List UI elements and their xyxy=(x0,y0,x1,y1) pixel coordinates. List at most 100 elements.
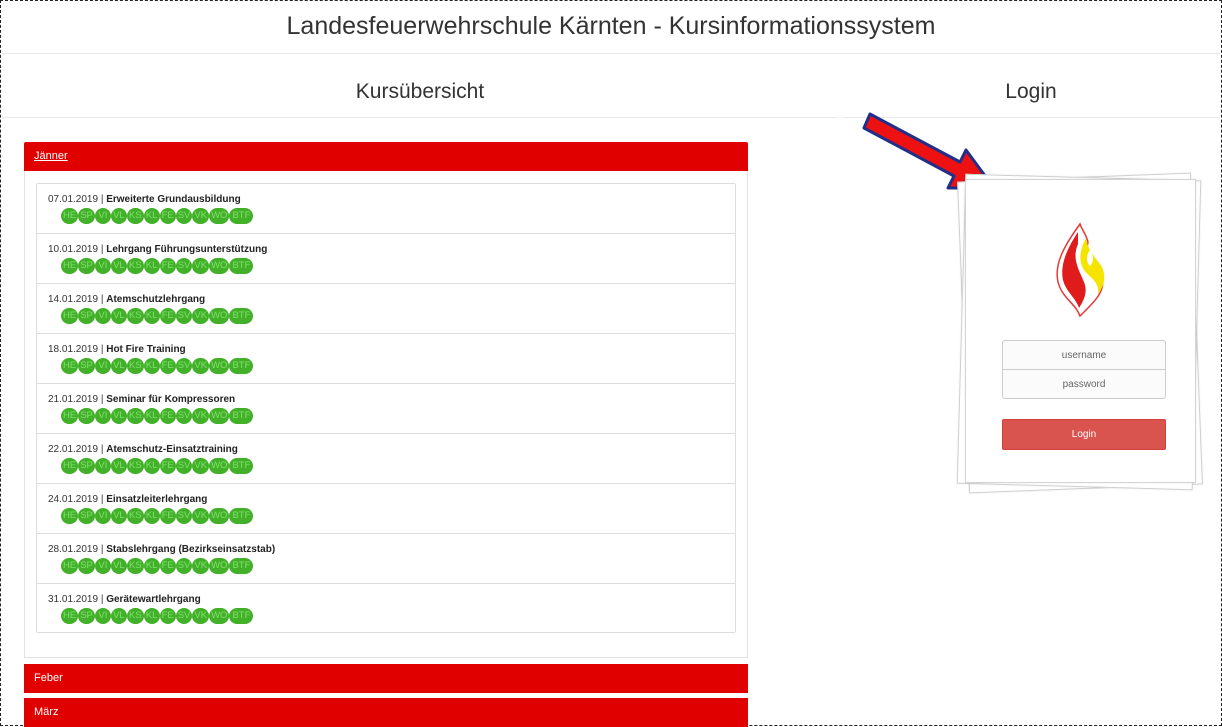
category-badge: WO xyxy=(209,558,230,574)
course-item[interactable]: 18.01.2019 | Hot Fire Training HE SP VI VL KS… xyxy=(37,334,735,384)
course-line: 24.01.2019 | Einsatzleiterlehrgang xyxy=(48,493,735,506)
course-name[interactable]: Atemschutz-Einsatztraining xyxy=(106,444,238,455)
category-badge: VK xyxy=(192,358,210,374)
course-badges: HE SP VI VL KS KL FE SV VK WO BTF xyxy=(61,358,735,375)
category-badge: VL xyxy=(110,308,127,324)
category-badge: FE xyxy=(159,508,176,524)
category-badge: VI xyxy=(94,258,111,274)
course-name[interactable]: Seminar für Kompressoren xyxy=(106,394,235,405)
category-badge: KL xyxy=(143,308,160,324)
category-badge: KL xyxy=(143,358,160,374)
category-badge: SV xyxy=(175,208,193,224)
course-badges: HE SP VI VL KS KL FE SV VK WO BTF xyxy=(61,408,735,425)
course-list: 07.01.2019 | Erweiterte Grundausbildung H… xyxy=(36,183,736,633)
category-badge: KS xyxy=(126,558,144,574)
course-name[interactable]: Einsatzleiterlehrgang xyxy=(106,494,207,505)
category-badge: BTF xyxy=(229,558,254,574)
course-name[interactable]: Erweiterte Grundausbildung xyxy=(106,194,240,205)
category-badge: FE xyxy=(159,458,176,474)
course-badges: HE SP VI VL KS KL FE SV VK WO BTF xyxy=(61,258,735,275)
category-badge: WO xyxy=(209,308,230,324)
category-badge: VK xyxy=(192,458,210,474)
category-badge: VI xyxy=(94,408,111,424)
month-header-feber[interactable]: Feber xyxy=(24,664,748,693)
category-badge: FE xyxy=(159,358,176,374)
category-badge: KS xyxy=(126,408,144,424)
course-badges: HE SP VI VL KS KL FE SV VK WO BTF xyxy=(61,508,735,525)
category-badge: VK xyxy=(192,308,210,324)
course-item[interactable]: 10.01.2019 | Lehrgang Führungsunterstütz… xyxy=(37,234,735,284)
course-name[interactable]: Atemschutzlehrgang xyxy=(106,294,205,305)
fire-brigade-logo-icon xyxy=(1056,222,1105,318)
username-input[interactable] xyxy=(1002,340,1166,370)
category-badge: SP xyxy=(78,508,95,524)
category-badge: VK xyxy=(192,608,210,624)
category-badge: BTF xyxy=(229,458,254,474)
category-badge: VL xyxy=(110,258,127,274)
category-badge: SV xyxy=(175,558,193,574)
month-header-jaenner[interactable]: Jänner xyxy=(24,142,748,171)
course-date: 14.01.2019 | xyxy=(48,294,104,305)
course-date: 22.01.2019 | xyxy=(48,444,104,455)
category-badge: HE xyxy=(61,458,79,474)
month-body-jaenner: 07.01.2019 | Erweiterte Grundausbildung H… xyxy=(24,171,748,658)
category-badge: SP xyxy=(78,608,95,624)
course-name[interactable]: Hot Fire Training xyxy=(106,344,185,355)
category-badge: KL xyxy=(143,558,160,574)
category-badge: BTF xyxy=(229,258,254,274)
category-badge: HE xyxy=(61,408,79,424)
category-badge: FE xyxy=(159,308,176,324)
course-line: 14.01.2019 | Atemschutzlehrgang xyxy=(48,293,735,306)
category-badge: SP xyxy=(78,208,95,224)
category-badge: SV xyxy=(175,508,193,524)
category-badge: SP xyxy=(78,258,95,274)
category-badge: SP xyxy=(78,558,95,574)
course-name[interactable]: Gerätewartlehrgang xyxy=(106,594,200,605)
course-item[interactable]: 28.01.2019 | Stabslehrgang (Bezirkseinsa… xyxy=(37,534,735,584)
course-line: 28.01.2019 | Stabslehrgang (Bezirkseinsa… xyxy=(48,543,735,556)
category-badge: WO xyxy=(209,258,230,274)
category-badge: KL xyxy=(143,208,160,224)
course-item[interactable]: 31.01.2019 | Gerätewartlehrgang HE SP VI VL K… xyxy=(37,584,735,632)
course-date: 10.01.2019 | xyxy=(48,244,104,255)
category-badge: SV xyxy=(175,308,193,324)
category-badge: SP xyxy=(78,408,95,424)
category-badge: VL xyxy=(110,508,127,524)
category-badge: BTF xyxy=(229,408,254,424)
page-title: Landesfeuerwehrschule Kärnten - Kursinfo… xyxy=(2,8,1220,54)
category-badge: KS xyxy=(126,608,144,624)
category-badge: BTF xyxy=(229,358,254,374)
course-badges: HE SP VI VL KS KL FE SV VK WO BTF xyxy=(61,608,735,625)
category-badge: VI xyxy=(94,608,111,624)
category-badge: VI xyxy=(94,458,111,474)
course-date: 31.01.2019 | xyxy=(48,594,104,605)
category-badge: BTF xyxy=(229,608,254,624)
category-badge: BTF xyxy=(229,508,254,524)
course-item[interactable]: 22.01.2019 | Atemschutz-Einsatztraining H… xyxy=(37,434,735,484)
category-badge: HE xyxy=(61,358,79,374)
category-badge: VI xyxy=(94,558,111,574)
category-badge: HE xyxy=(61,308,79,324)
password-input[interactable] xyxy=(1002,369,1166,399)
category-badge: VL xyxy=(110,408,127,424)
category-badge: VI xyxy=(94,508,111,524)
category-badge: KS xyxy=(126,308,144,324)
month-header-maerz[interactable]: März xyxy=(24,698,748,727)
course-line: 21.01.2019 | Seminar für Kompressoren xyxy=(48,393,735,406)
category-badge: FE xyxy=(159,608,176,624)
course-name[interactable]: Stabslehrgang (Bezirkseinsatzstab) xyxy=(106,544,275,555)
category-badge: VK xyxy=(192,558,210,574)
course-item[interactable]: 21.01.2019 | Seminar für Kompressoren HE S… xyxy=(37,384,735,434)
course-item[interactable]: 14.01.2019 | Atemschutzlehrgang HE SP VI VL K… xyxy=(37,284,735,334)
category-badge: WO xyxy=(209,358,230,374)
login-button[interactable]: Login xyxy=(1002,419,1166,450)
course-date: 24.01.2019 | xyxy=(48,494,104,505)
category-badge: HE xyxy=(61,208,79,224)
category-badge: FE xyxy=(159,558,176,574)
category-badge: KL xyxy=(143,608,160,624)
category-badge: KS xyxy=(126,508,144,524)
course-item[interactable]: 07.01.2019 | Erweiterte Grundausbildung H… xyxy=(37,184,735,234)
course-name[interactable]: Lehrgang Führungsunterstützung xyxy=(106,244,267,255)
course-item[interactable]: 24.01.2019 | Einsatzleiterlehrgang HE SP VI… xyxy=(37,484,735,534)
course-line: 22.01.2019 | Atemschutz-Einsatztraining xyxy=(48,443,735,456)
